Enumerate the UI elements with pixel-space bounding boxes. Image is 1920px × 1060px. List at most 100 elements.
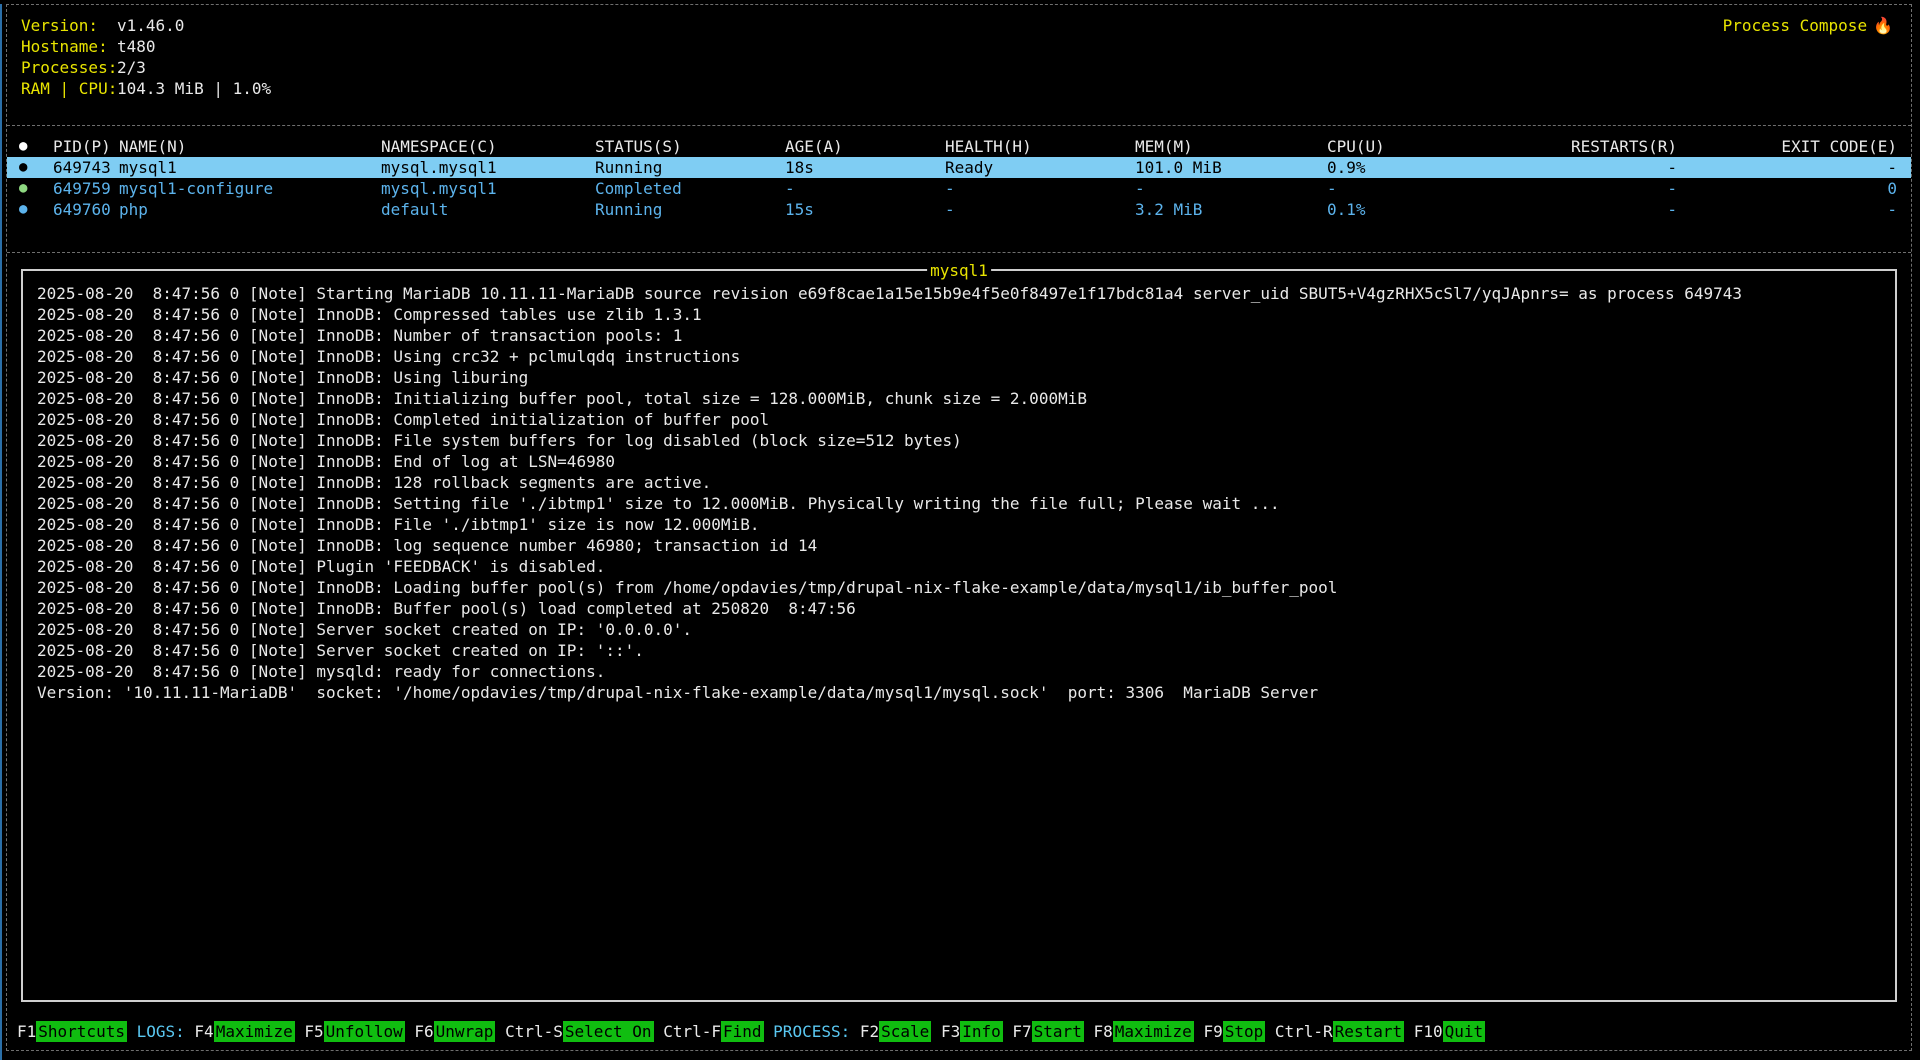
shortcut-shortcuts[interactable]: F1Shortcuts bbox=[17, 1021, 127, 1042]
header-field-value[interactable]: v1.46.0 bbox=[117, 16, 184, 35]
shortcut-key: F1 bbox=[17, 1022, 36, 1041]
shortcut-action-badge: Quit bbox=[1443, 1021, 1486, 1042]
cell-exit: - bbox=[1677, 157, 1897, 178]
column-header-agea: AGE(A) bbox=[785, 136, 945, 157]
log-line: 2025-08-20 8:47:56 0 [Note] InnoDB: File… bbox=[37, 430, 1883, 451]
shortcut-key: F7 bbox=[1012, 1022, 1031, 1041]
table-header-row: ●PID(P)NAME(N)NAMESPACE(C)STATUS(S)AGE(A… bbox=[7, 136, 1911, 157]
shortcut-key: F5 bbox=[304, 1022, 323, 1041]
process-status-bullet-icon: ● bbox=[19, 178, 53, 199]
cell-restarts: - bbox=[1477, 178, 1677, 199]
log-line: 2025-08-20 8:47:56 0 [Note] Server socke… bbox=[37, 619, 1883, 640]
shortcut-key: F8 bbox=[1093, 1022, 1112, 1041]
header-field-label[interactable]: RAM | CPU: bbox=[21, 78, 117, 99]
header-field-value[interactable]: t480 bbox=[117, 37, 156, 56]
header-field-label[interactable]: Version: bbox=[21, 15, 117, 36]
shortcut-action-badge: Scale bbox=[879, 1021, 931, 1042]
cell-mem: - bbox=[1135, 178, 1327, 199]
header-field-label[interactable]: Hostname: bbox=[21, 36, 117, 57]
shortcut-maximize[interactable]: F8Maximize bbox=[1093, 1021, 1193, 1042]
cell-cpu: 0.9% bbox=[1327, 157, 1477, 178]
cell-name: php bbox=[119, 199, 381, 220]
shortcut-find[interactable]: Ctrl-FFind bbox=[663, 1021, 763, 1042]
log-panel-title: mysql1 bbox=[927, 260, 991, 281]
shortcut-action-badge: Info bbox=[960, 1021, 1003, 1042]
log-line: 2025-08-20 8:47:56 0 [Note] InnoDB: Comp… bbox=[37, 409, 1883, 430]
shortcut-section-label: PROCESS: bbox=[773, 1022, 850, 1041]
shortcut-stop[interactable]: F9Stop bbox=[1203, 1021, 1265, 1042]
cell-exit: 0 bbox=[1677, 178, 1897, 199]
cell-pid: 649743 bbox=[53, 157, 119, 178]
shortcut-action-badge: Find bbox=[721, 1021, 764, 1042]
table-header-bullet-icon: ● bbox=[19, 136, 53, 157]
shortcut-key: F10 bbox=[1414, 1022, 1443, 1041]
process-row-mysql1[interactable]: ●649743mysql1mysql.mysql1Running18sReady… bbox=[7, 157, 1911, 178]
process-row-mysql1-configure[interactable]: ●649759mysql1-configuremysql.mysql1Compl… bbox=[7, 178, 1911, 199]
cell-restarts: - bbox=[1477, 199, 1677, 220]
shortcut-section-label: LOGS: bbox=[137, 1022, 185, 1041]
log-line: 2025-08-20 8:47:56 0 [Note] InnoDB: Init… bbox=[37, 388, 1883, 409]
log-line: 2025-08-20 8:47:56 0 [Note] Plugin 'FEED… bbox=[37, 556, 1883, 577]
column-header-namen: NAME(N) bbox=[119, 136, 381, 157]
cell-namespace: default bbox=[381, 199, 595, 220]
log-line: 2025-08-20 8:47:56 0 [Note] InnoDB: Load… bbox=[37, 577, 1883, 598]
log-content[interactable]: 2025-08-20 8:47:56 0 [Note] Starting Mar… bbox=[23, 271, 1895, 1000]
shortcut-restart[interactable]: Ctrl-RRestart bbox=[1275, 1021, 1404, 1042]
shortcut-info[interactable]: F3Info bbox=[941, 1021, 1003, 1042]
cell-health: Ready bbox=[945, 157, 1135, 178]
header-field[interactable]: RAM | CPU:104.3 MiB | 1.0% bbox=[21, 78, 1897, 99]
shortcut-maximize[interactable]: F4Maximize bbox=[194, 1021, 294, 1042]
header-field-label[interactable]: Processes: bbox=[21, 57, 117, 78]
header-field-value[interactable]: 2/3 bbox=[117, 58, 146, 77]
process-status-bullet-icon: ● bbox=[19, 199, 53, 220]
flame-icon: 🔥 bbox=[1873, 16, 1893, 35]
shortcut-unwrap[interactable]: F6Unwrap bbox=[414, 1021, 495, 1042]
header-field[interactable]: Version:v1.46.0 bbox=[21, 15, 1897, 36]
process-status-bullet-icon: ● bbox=[19, 157, 53, 178]
cell-status: Completed bbox=[595, 178, 785, 199]
log-line: 2025-08-20 8:47:56 0 [Note] InnoDB: File… bbox=[37, 514, 1883, 535]
shortcut-start[interactable]: F7Start bbox=[1012, 1021, 1083, 1042]
shortcut-action-badge: Maximize bbox=[1113, 1021, 1194, 1042]
header-info: Version:v1.46.0Hostname:t480Processes:2/… bbox=[21, 15, 1897, 99]
column-header-pidp: PID(P) bbox=[53, 136, 119, 157]
shortcut-action-badge: Unfollow bbox=[324, 1021, 405, 1042]
column-header-memm: MEM(M) bbox=[1135, 136, 1327, 157]
shortcut-bar: F1Shortcuts LOGS: F4Maximize F5Unfollow … bbox=[7, 1018, 1911, 1050]
shortcut-quit[interactable]: F10Quit bbox=[1414, 1021, 1485, 1042]
shortcut-action-badge: Restart bbox=[1333, 1021, 1404, 1042]
cell-age: 15s bbox=[785, 199, 945, 220]
table-rows: ●649743mysql1mysql.mysql1Running18sReady… bbox=[7, 157, 1911, 220]
cell-name: mysql1-configure bbox=[119, 178, 381, 199]
log-line: 2025-08-20 8:47:56 0 [Note] Server socke… bbox=[37, 640, 1883, 661]
cell-namespace: mysql.mysql1 bbox=[381, 178, 595, 199]
shortcut-key: F2 bbox=[860, 1022, 879, 1041]
shortcut-action-badge: Start bbox=[1032, 1021, 1084, 1042]
cell-mem: 101.0 MiB bbox=[1135, 157, 1327, 178]
process-table: ●PID(P)NAME(N)NAMESPACE(C)STATUS(S)AGE(A… bbox=[7, 126, 1911, 253]
log-line: Version: '10.11.11-MariaDB' socket: '/ho… bbox=[37, 682, 1883, 703]
cell-pid: 649760 bbox=[53, 199, 119, 220]
log-line: 2025-08-20 8:47:56 0 [Note] mysqld: read… bbox=[37, 661, 1883, 682]
cell-cpu: 0.1% bbox=[1327, 199, 1477, 220]
table-spacer bbox=[7, 220, 1911, 242]
shortcut-select-on[interactable]: Ctrl-SSelect On bbox=[505, 1021, 654, 1042]
column-header-healthh: HEALTH(H) bbox=[945, 136, 1135, 157]
header-field-value[interactable]: 104.3 MiB | 1.0% bbox=[117, 79, 271, 98]
header-field[interactable]: Processes:2/3 bbox=[21, 57, 1897, 78]
cell-health: - bbox=[945, 178, 1135, 199]
process-row-php[interactable]: ●649760phpdefaultRunning15s-3.2 MiB0.1%-… bbox=[7, 199, 1911, 220]
log-line: 2025-08-20 8:47:56 0 [Note] InnoDB: Usin… bbox=[37, 346, 1883, 367]
log-panel: mysql1 2025-08-20 8:47:56 0 [Note] Start… bbox=[21, 269, 1897, 1002]
header-pane: Version:v1.46.0Hostname:t480Processes:2/… bbox=[7, 5, 1911, 126]
column-header-statuss: STATUS(S) bbox=[595, 136, 785, 157]
log-line: 2025-08-20 8:47:56 0 [Note] Starting Mar… bbox=[37, 283, 1883, 304]
column-header-cpuu: CPU(U) bbox=[1327, 136, 1477, 157]
header-field[interactable]: Hostname:t480 bbox=[21, 36, 1897, 57]
shortcut-scale[interactable]: F2Scale bbox=[860, 1021, 931, 1042]
shortcut-key: F9 bbox=[1203, 1022, 1222, 1041]
cell-pid: 649759 bbox=[53, 178, 119, 199]
cell-mem: 3.2 MiB bbox=[1135, 199, 1327, 220]
shortcut-unfollow[interactable]: F5Unfollow bbox=[304, 1021, 404, 1042]
cell-status: Running bbox=[595, 199, 785, 220]
